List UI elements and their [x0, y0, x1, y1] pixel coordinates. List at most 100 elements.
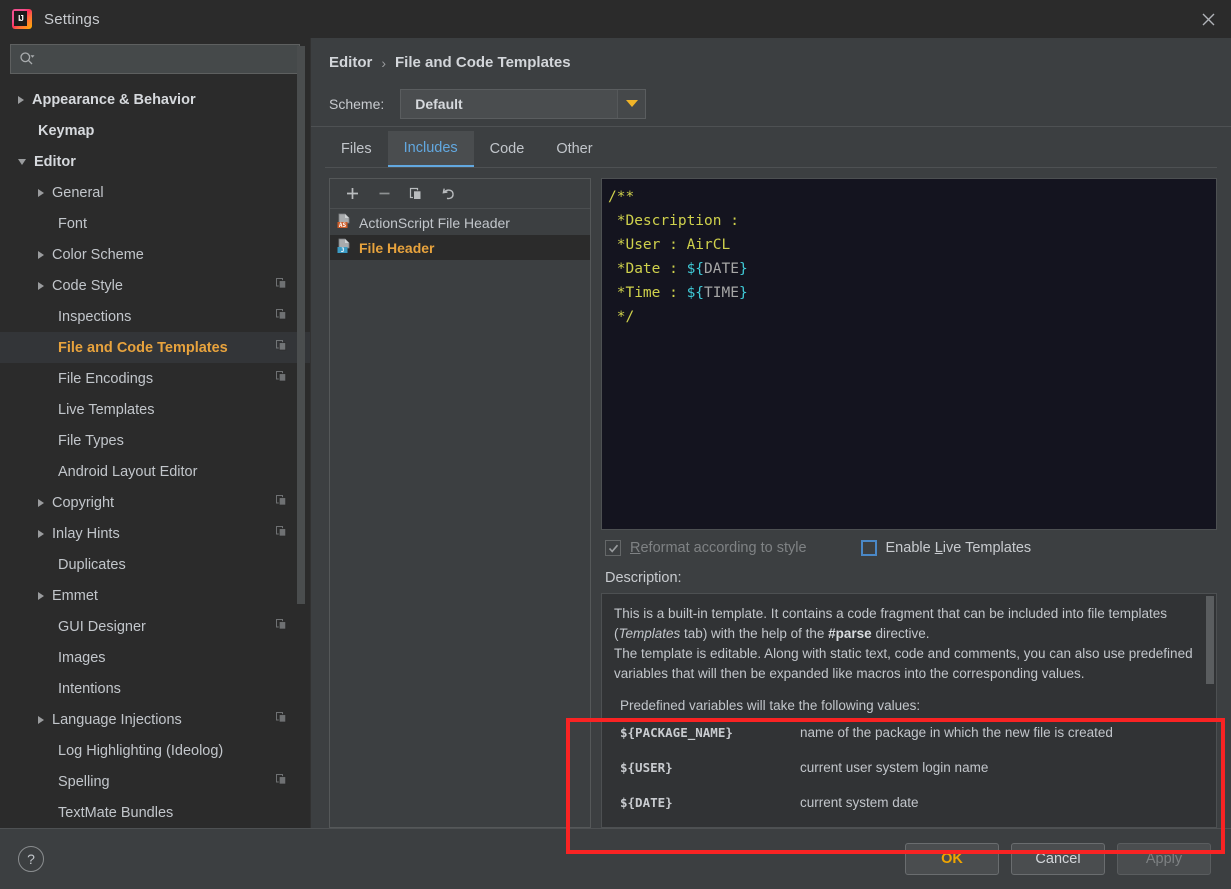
sidebar-item-log-highlighting-ideolog[interactable]: Log Highlighting (Ideolog) [0, 735, 310, 766]
plus-icon[interactable] [338, 182, 366, 206]
sidebar-item-keymap[interactable]: Keymap [0, 115, 310, 146]
template-code-editor[interactable]: /** *Description : *User : AirCL *Date :… [601, 178, 1217, 531]
sidebar-item-label: Log Highlighting (Ideolog) [58, 742, 224, 759]
description-paragraph-2: The template is editable. Along with sta… [614, 646, 1193, 682]
chevron-right-icon[interactable] [38, 591, 44, 600]
sidebar-item-intentions[interactable]: Intentions [0, 673, 310, 704]
sidebar-item-color-scheme[interactable]: Color Scheme [0, 239, 310, 270]
code-token: } [738, 285, 748, 302]
close-icon[interactable] [1185, 0, 1231, 38]
tab-includes[interactable]: Includes [387, 131, 474, 168]
sidebar-item-language-injections[interactable]: Language Injections [0, 704, 310, 735]
sidebar-item-label: Keymap [38, 122, 95, 139]
template-tabs[interactable]: Files Includes Code Other [325, 131, 1217, 169]
sidebar-item-label: Font [58, 215, 88, 232]
sidebar-item-file-and-code-templates[interactable]: File and Code Templates [0, 332, 310, 363]
sidebar-item-duplicates[interactable]: Duplicates [0, 549, 310, 580]
sidebar-item-gui-designer[interactable]: GUI Designer [0, 611, 310, 642]
undo-icon[interactable] [434, 182, 462, 206]
code-token: ${ [686, 261, 705, 278]
minus-icon[interactable] [370, 182, 398, 206]
chevron-right-icon[interactable] [38, 188, 44, 197]
sidebar-item-code-style[interactable]: Code Style [0, 270, 310, 301]
reformat-according-to-style-checkbox: Reformat according to style [605, 540, 807, 557]
sidebar-item-general[interactable]: General [0, 177, 310, 208]
sidebar-item-copyright[interactable]: Copyright [0, 487, 310, 518]
template-options-row: Reformat according to style Enable Live … [601, 530, 1217, 566]
tab-code[interactable]: Code [474, 131, 541, 167]
sidebar-item-textmate-bundles[interactable]: TextMate Bundles [0, 797, 310, 828]
sidebar-item-android-layout-editor[interactable]: Android Layout Editor [0, 456, 310, 487]
enable-live-templates-checkbox[interactable]: Enable Live Templates [860, 540, 1031, 557]
sidebar-item-emmet[interactable]: Emmet [0, 580, 310, 611]
breadcrumb-current: File and Code Templates [395, 54, 571, 72]
desc-p1-directive: #parse [828, 626, 872, 642]
copyable-settings-icon [275, 277, 288, 294]
description-scrollbar[interactable] [1206, 596, 1214, 685]
search-box[interactable] [10, 44, 300, 74]
sidebar-item-label: File Types [58, 432, 124, 449]
sidebar-item-file-types[interactable]: File Types [0, 425, 310, 456]
sidebar-item-label: Appearance & Behavior [32, 91, 196, 108]
chevron-right-icon[interactable] [38, 498, 44, 507]
predefined-variable-description: name of the package in which the new fil… [800, 725, 1113, 741]
dialog-footer: ? OK Cancel Apply [0, 828, 1231, 889]
chevron-right-icon[interactable] [38, 281, 44, 290]
sidebar-item-spelling[interactable]: Spelling [0, 766, 310, 797]
sidebar-item-live-templates[interactable]: Live Templates [0, 394, 310, 425]
sidebar-item-label: Color Scheme [52, 246, 144, 263]
breadcrumb-root[interactable]: Editor [329, 54, 372, 71]
search-input[interactable] [41, 51, 291, 67]
code-line: *Date : ${DATE} [608, 257, 1216, 281]
copyable-settings-icon [275, 618, 288, 635]
sidebar-scrollbar[interactable] [297, 46, 305, 604]
dialog-body: Appearance & Behavior Keymap Editor General… [0, 38, 1231, 854]
help-icon[interactable]: ? [18, 846, 44, 872]
scheme-row: Scheme: Default [329, 81, 1217, 126]
svg-text:J: J [341, 247, 345, 254]
sidebar-item-inlay-hints[interactable]: Inlay Hints [0, 518, 310, 549]
copyable-settings-icon [275, 525, 288, 542]
template-list-item[interactable]: AS ActionScript File Header [330, 210, 590, 235]
sidebar-item-label: Android Layout Editor [58, 463, 198, 480]
sidebar-item-label: TextMate Bundles [58, 804, 174, 821]
cancel-button[interactable]: Cancel [1011, 843, 1105, 875]
breadcrumb: Editor › File and Code Templates [329, 38, 1217, 81]
settings-tree[interactable]: Appearance & Behavior Keymap Editor General… [0, 82, 310, 828]
reformat-label-rest: eformat according to style [640, 540, 807, 557]
code-token: *Time : [608, 285, 687, 302]
scheme-dropdown[interactable]: Default [400, 88, 647, 119]
tab-other[interactable]: Other [540, 131, 608, 167]
sidebar-item-label: Inspections [58, 308, 132, 325]
sidebar-item-images[interactable]: Images [0, 642, 310, 673]
sidebar-item-font[interactable]: Font [0, 208, 310, 239]
template-list-toolbar [330, 179, 590, 210]
sidebar-item-label: Language Injections [52, 711, 182, 728]
template-list[interactable]: AS ActionScript File Header J File Header [330, 209, 590, 828]
chevron-right-icon[interactable] [38, 715, 44, 724]
chevron-down-icon[interactable] [18, 158, 26, 165]
sidebar-item-inspections[interactable]: Inspections [0, 301, 310, 332]
checkbox-box-unchecked [860, 540, 877, 557]
code-token: *Date : [608, 261, 687, 278]
sidebar-item-appearance-behavior[interactable]: Appearance & Behavior [0, 84, 310, 115]
copy-icon[interactable] [402, 182, 430, 206]
sidebar-item-editor[interactable]: Editor [0, 146, 310, 177]
chevron-right-icon[interactable] [18, 95, 24, 104]
desc-p1-c: directive. [871, 626, 930, 642]
template-list-item-label: File Header [359, 239, 435, 256]
chevron-right-icon[interactable] [38, 529, 44, 538]
ok-button[interactable]: OK [905, 843, 999, 875]
sidebar-item-file-encodings[interactable]: File Encodings [0, 363, 310, 394]
search-container [0, 38, 310, 82]
template-list-item[interactable]: J File Header [330, 235, 590, 261]
tab-files[interactable]: Files [325, 131, 388, 167]
copyable-settings-icon [275, 308, 288, 325]
sidebar-item-label: Emmet [52, 587, 98, 604]
chevron-right-icon[interactable] [38, 250, 44, 259]
sidebar-item-label: General [52, 184, 104, 201]
template-list-item-label: ActionScript File Header [359, 214, 510, 231]
predefined-variable-row: ${PACKAGE_NAME} name of the package in wh… [620, 725, 1198, 740]
copyable-settings-icon [275, 339, 288, 356]
predefined-variable-name: ${USER} [620, 760, 673, 776]
